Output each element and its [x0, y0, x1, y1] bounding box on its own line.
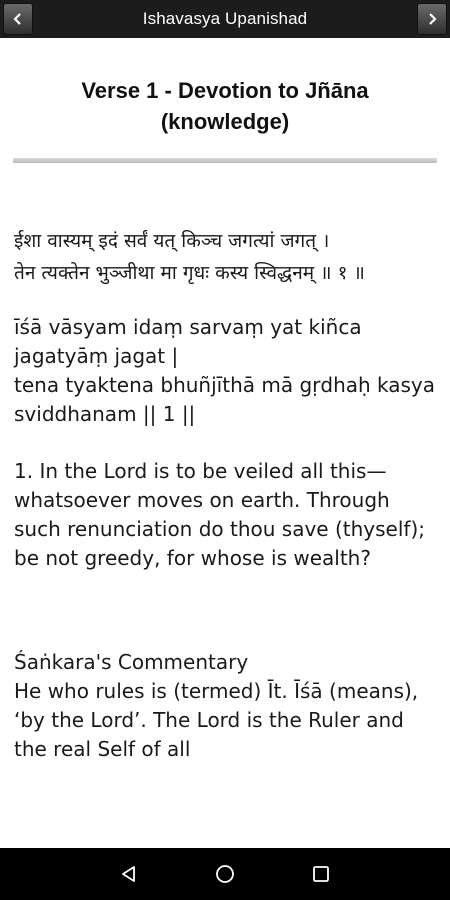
home-icon [216, 865, 234, 883]
transliteration: īśā vāsyam idaṃ sarvaṃ yat kiñca jagatyā… [14, 315, 436, 426]
verse-content[interactable]: Verse 1 - Devotion to Jñāna (knowledge) … [0, 38, 450, 848]
recents-button[interactable] [273, 848, 369, 900]
back-button[interactable] [81, 848, 177, 900]
app-title: Ishavasya Upanishad [142, 9, 308, 28]
commentary: Śaṅkara's Commentary He who rules is (te… [14, 650, 419, 761]
previous-verse-button[interactable] [3, 3, 33, 35]
sanskrit-verse: ईशा वास्यम् इदं सर्वं यत् किञ्च जगत्यां … [14, 230, 365, 284]
chevron-left-icon [13, 13, 21, 25]
translation: 1. In the Lord is to be veiled all this—… [14, 459, 425, 570]
recents-icon [313, 866, 329, 882]
title-divider [13, 158, 437, 163]
system-navigation-bar [0, 848, 450, 900]
home-button[interactable] [177, 848, 273, 900]
chevron-right-icon [429, 13, 437, 25]
verse-title: Verse 1 - Devotion to Jñāna (knowledge) [81, 78, 369, 134]
next-verse-button[interactable] [417, 3, 447, 35]
app-bar: Ishavasya Upanishad [0, 0, 450, 38]
back-icon [122, 866, 135, 882]
